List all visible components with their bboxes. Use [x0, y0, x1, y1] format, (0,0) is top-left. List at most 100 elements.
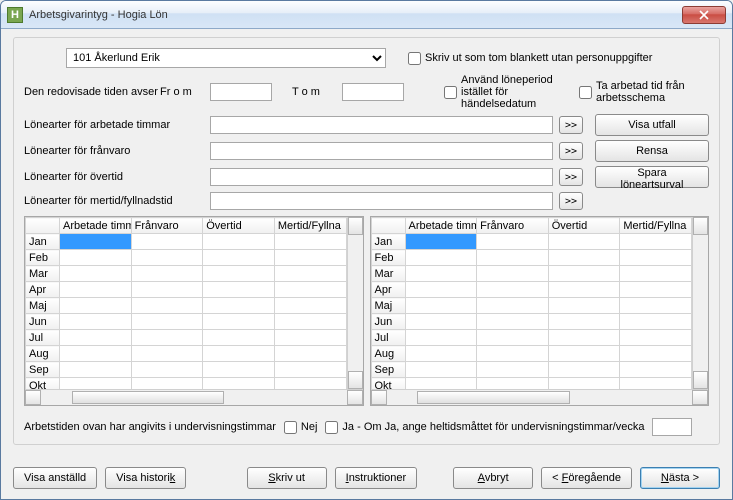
data-cell[interactable]: [620, 314, 692, 330]
col-header[interactable]: Mertid/Fyllna: [274, 218, 346, 234]
data-cell[interactable]: [405, 266, 477, 282]
data-cell[interactable]: [620, 282, 692, 298]
col-header[interactable]: Mertid/Fyllna: [620, 218, 692, 234]
data-cell[interactable]: [203, 282, 275, 298]
teaching-hours-input[interactable]: [652, 418, 692, 436]
use-schedule-check-input[interactable]: [579, 86, 592, 99]
row-header[interactable]: Apr: [371, 282, 405, 298]
data-cell[interactable]: [405, 330, 477, 346]
data-cell[interactable]: [60, 298, 132, 314]
data-cell[interactable]: [274, 378, 346, 390]
data-cell[interactable]: [405, 314, 477, 330]
save-selection-button[interactable]: Spara löneartsurval: [595, 166, 709, 188]
lonearter-worked-input[interactable]: [210, 116, 553, 134]
blank-form-check-input[interactable]: [408, 52, 421, 65]
data-cell[interactable]: [203, 298, 275, 314]
row-header[interactable]: Aug: [371, 346, 405, 362]
data-cell[interactable]: [477, 346, 549, 362]
row-header[interactable]: Sep: [371, 362, 405, 378]
previous-button[interactable]: < Föregående: [541, 467, 632, 489]
teaching-yes-checkbox[interactable]: Ja - Om Ja, ange heltidsmåttet för under…: [325, 421, 644, 434]
lonearter-absence-input[interactable]: [210, 142, 553, 160]
lonearter-absence-browse[interactable]: >>: [559, 142, 583, 160]
data-cell[interactable]: [60, 266, 132, 282]
data-cell[interactable]: [620, 362, 692, 378]
data-cell[interactable]: [60, 346, 132, 362]
data-cell[interactable]: [274, 234, 346, 250]
teaching-no-checkbox[interactable]: Nej: [284, 421, 318, 434]
data-cell[interactable]: [548, 250, 620, 266]
row-header[interactable]: Mar: [26, 266, 60, 282]
lonearter-worked-browse[interactable]: >>: [559, 116, 583, 134]
row-header[interactable]: Okt: [26, 378, 60, 390]
show-history-button[interactable]: Visa historik: [105, 467, 186, 489]
data-cell[interactable]: [405, 282, 477, 298]
right-vertical-scrollbar[interactable]: [692, 217, 708, 389]
data-cell[interactable]: [131, 314, 203, 330]
data-cell[interactable]: [548, 298, 620, 314]
data-cell[interactable]: [203, 314, 275, 330]
data-cell[interactable]: [620, 330, 692, 346]
print-button[interactable]: Skriv ut: [247, 467, 327, 489]
col-header[interactable]: Arbetade timmar: [60, 218, 132, 234]
row-header[interactable]: Jun: [26, 314, 60, 330]
data-cell[interactable]: [60, 234, 132, 250]
data-cell[interactable]: [477, 298, 549, 314]
data-cell[interactable]: [203, 234, 275, 250]
data-cell[interactable]: [274, 314, 346, 330]
data-cell[interactable]: [548, 266, 620, 282]
data-cell[interactable]: [477, 234, 549, 250]
data-cell[interactable]: [405, 378, 477, 390]
data-cell[interactable]: [60, 282, 132, 298]
data-cell[interactable]: [131, 266, 203, 282]
lonearter-mertid-input[interactable]: [210, 192, 553, 210]
data-cell[interactable]: [548, 234, 620, 250]
data-cell[interactable]: [131, 282, 203, 298]
data-cell[interactable]: [274, 330, 346, 346]
row-header[interactable]: Mar: [371, 266, 405, 282]
data-cell[interactable]: [274, 250, 346, 266]
row-header[interactable]: Aug: [26, 346, 60, 362]
data-cell[interactable]: [477, 378, 549, 390]
data-cell[interactable]: [131, 234, 203, 250]
data-cell[interactable]: [60, 330, 132, 346]
row-header[interactable]: Jul: [26, 330, 60, 346]
blank-form-checkbox[interactable]: Skriv ut som tom blankett utan personupp…: [408, 52, 652, 65]
from-date-input[interactable]: [210, 83, 272, 101]
left-vertical-scrollbar[interactable]: [347, 217, 363, 389]
data-cell[interactable]: [131, 330, 203, 346]
data-cell[interactable]: [405, 298, 477, 314]
data-cell[interactable]: [548, 330, 620, 346]
data-cell[interactable]: [477, 282, 549, 298]
data-cell[interactable]: [405, 346, 477, 362]
data-cell[interactable]: [405, 250, 477, 266]
data-cell[interactable]: [548, 362, 620, 378]
use-schedule-checkbox[interactable]: Ta arbetad tid från arbetsschema: [579, 80, 709, 104]
show-result-button[interactable]: Visa utfall: [595, 114, 709, 136]
teaching-no-input[interactable]: [284, 421, 297, 434]
data-cell[interactable]: [274, 346, 346, 362]
col-header[interactable]: Frånvaro: [477, 218, 549, 234]
data-cell[interactable]: [477, 250, 549, 266]
use-payperiod-checkbox[interactable]: Använd löneperiod istället för händelsed…: [444, 74, 573, 110]
row-header[interactable]: Feb: [26, 250, 60, 266]
data-cell[interactable]: [131, 362, 203, 378]
right-horizontal-scrollbar[interactable]: [371, 389, 709, 405]
data-cell[interactable]: [274, 362, 346, 378]
col-header[interactable]: Arbetade timmar: [405, 218, 477, 234]
data-cell[interactable]: [548, 346, 620, 362]
data-cell[interactable]: [131, 298, 203, 314]
data-cell[interactable]: [405, 362, 477, 378]
data-cell[interactable]: [620, 266, 692, 282]
data-cell[interactable]: [60, 362, 132, 378]
data-cell[interactable]: [203, 250, 275, 266]
data-cell[interactable]: [405, 234, 477, 250]
data-cell[interactable]: [548, 282, 620, 298]
data-cell[interactable]: [477, 330, 549, 346]
close-button[interactable]: [682, 6, 726, 24]
data-cell[interactable]: [203, 330, 275, 346]
instructions-button[interactable]: Instruktioner: [335, 467, 418, 489]
data-cell[interactable]: [131, 250, 203, 266]
data-cell[interactable]: [620, 298, 692, 314]
row-header[interactable]: Okt: [371, 378, 405, 390]
